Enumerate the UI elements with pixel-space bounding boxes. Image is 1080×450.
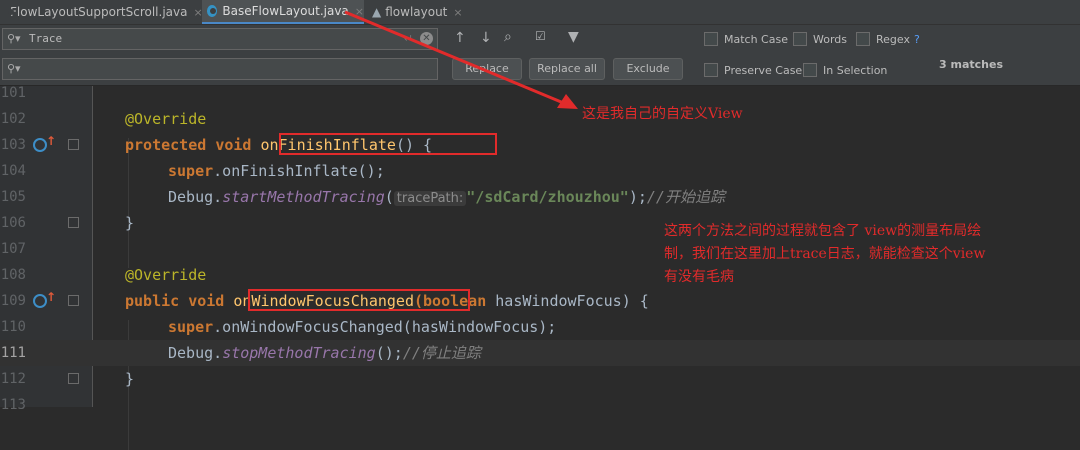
annotation-arrow-line bbox=[344, 10, 567, 106]
annotation-arrow-overlay bbox=[344, 10, 578, 109]
